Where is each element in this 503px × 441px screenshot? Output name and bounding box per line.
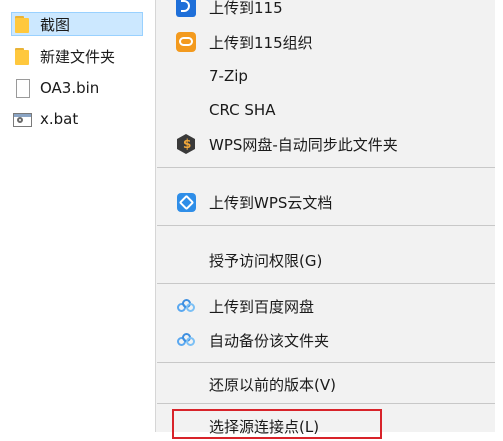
folder-icon <box>12 46 32 66</box>
menu-item-auto-backup[interactable]: 自动备份该文件夹 <box>156 325 503 355</box>
menu-item-upload-wps-cloud[interactable]: 上传到WPS云文档 <box>156 187 503 217</box>
context-menu: 上传到115 上传到115组织 7-Zip CRC SHA $ WPS网盘-自动… <box>155 0 503 436</box>
menu-separator <box>157 283 495 284</box>
menu-item-label: 还原以前的版本(V) <box>209 375 336 394</box>
menu-separator <box>157 362 495 363</box>
menu-item-restore-versions[interactable]: 还原以前的版本(V) <box>156 369 503 399</box>
annotation-highlight-box <box>172 409 382 439</box>
menu-item-label: 上传到百度网盘 <box>209 297 315 316</box>
file-name: 新建文件夹 <box>40 47 116 66</box>
file-item-oa3-bin[interactable]: OA3.bin <box>12 76 99 100</box>
menu-separator <box>157 167 495 168</box>
folder-icon <box>12 14 32 34</box>
batch-file-icon <box>12 109 32 129</box>
menu-item-label: 7-Zip <box>209 67 248 85</box>
menu-separator <box>157 225 495 226</box>
menu-item-label: 上传到WPS云文档 <box>209 193 333 212</box>
file-icon <box>12 78 32 98</box>
wps-disk-icon: $ <box>176 134 196 154</box>
baidu-netdisk-icon <box>176 296 196 316</box>
menu-item-wps-sync[interactable]: $ WPS网盘-自动同步此文件夹 <box>156 129 503 159</box>
cloud-115-org-icon <box>176 32 196 52</box>
menu-item-7zip[interactable]: 7-Zip <box>156 61 503 91</box>
file-name: x.bat <box>40 110 79 128</box>
menu-item-label: CRC SHA <box>209 101 276 119</box>
menu-item-upload-115[interactable]: 上传到115 <box>156 0 503 22</box>
file-name: OA3.bin <box>40 79 100 97</box>
menu-item-upload-115-org[interactable]: 上传到115组织 <box>156 27 503 57</box>
file-item-new-folder[interactable]: 新建文件夹 <box>12 44 115 68</box>
file-item-x-bat[interactable]: x.bat <box>12 107 78 131</box>
menu-item-label: WPS网盘-自动同步此文件夹 <box>209 135 398 154</box>
menu-item-label: 授予访问权限(G) <box>209 251 323 270</box>
menu-item-upload-baidu[interactable]: 上传到百度网盘 <box>156 291 503 321</box>
file-list: 截图 新建文件夹 OA3.bin x.bat <box>0 0 155 432</box>
menu-item-grant-access[interactable]: 授予访问权限(G) <box>156 245 503 275</box>
file-name: 截图 <box>40 15 71 34</box>
file-item-folder-screenshots[interactable]: 截图 <box>11 12 143 36</box>
menu-item-label: 上传到115 <box>209 0 283 17</box>
baidu-netdisk-icon <box>176 330 196 350</box>
wps-cloud-icon <box>176 192 196 212</box>
menu-item-label: 上传到115组织 <box>209 33 313 52</box>
menu-separator <box>157 403 495 404</box>
menu-item-label: 自动备份该文件夹 <box>209 331 330 350</box>
cloud-115-icon <box>176 0 196 17</box>
menu-item-crc-sha[interactable]: CRC SHA <box>156 95 503 125</box>
